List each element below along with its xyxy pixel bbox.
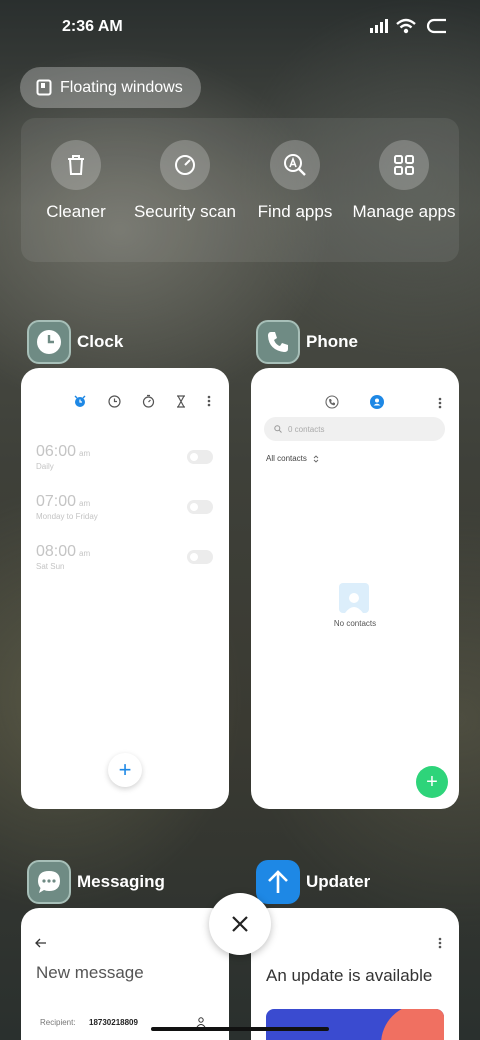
manage-apps-button[interactable]: Manage apps <box>349 140 459 222</box>
manage-apps-label: Manage apps <box>352 202 456 221</box>
status-icons <box>370 18 450 34</box>
app-header-clock: Clock <box>27 320 123 364</box>
floating-window-icon <box>36 79 52 96</box>
alarm-toggle[interactable] <box>187 550 213 564</box>
contacts-tab-icon[interactable] <box>370 395 384 409</box>
security-scan-icon <box>175 155 195 175</box>
security-scan-button[interactable]: Security scan <box>130 140 240 222</box>
home-indicator[interactable] <box>151 1027 329 1031</box>
alarm-toggle[interactable] <box>187 450 213 464</box>
contacts-search-bar[interactable]: 0 contacts <box>264 417 445 441</box>
search-placeholder: 0 contacts <box>288 424 325 434</box>
contacts-filter[interactable]: All contacts <box>266 454 319 463</box>
alarm-time: 06:00 <box>36 443 77 460</box>
contacts-filter-label: All contacts <box>266 454 307 463</box>
alarm-tab-icon[interactable] <box>73 394 87 408</box>
recent-card-phone[interactable]: 0 contacts All contacts No contacts + <box>251 368 459 809</box>
status-time: 2:36 AM <box>62 18 123 35</box>
status-bar: 2:36 AM <box>0 0 480 56</box>
close-all-button[interactable] <box>209 893 271 955</box>
new-message-title: New message <box>36 963 144 982</box>
alarm-period: am <box>79 449 91 458</box>
recipient-value[interactable]: 18730218809 <box>89 1018 138 1027</box>
alarm-repeat: Daily <box>36 462 54 471</box>
alarm-toggle[interactable] <box>187 500 213 514</box>
add-contact-button[interactable]: + <box>416 766 448 798</box>
alarm-time: 07:00 <box>36 493 77 510</box>
world-clock-tab-icon[interactable] <box>108 394 121 408</box>
messaging-icon <box>27 860 71 904</box>
stopwatch-tab-icon[interactable] <box>142 394 155 408</box>
wifi-icon <box>396 18 416 34</box>
close-icon <box>232 916 248 932</box>
sort-icon <box>313 454 319 463</box>
find-apps-label: Find apps <box>257 202 333 221</box>
alarm-period: am <box>79 499 91 508</box>
app-name-phone: Phone <box>306 332 358 351</box>
alarm-period: am <box>79 549 91 558</box>
alarm-time: 08:00 <box>36 543 77 560</box>
update-banner <box>266 1009 444 1040</box>
cleaner-label: Cleaner <box>46 202 106 221</box>
quick-tools-panel: Cleaner Security scan Find apps Manage a… <box>21 118 459 262</box>
timer-tab-icon[interactable] <box>176 394 186 408</box>
recents-tab-icon[interactable] <box>325 395 339 409</box>
more-menu-icon[interactable] <box>438 937 442 949</box>
find-apps-button[interactable]: Find apps <box>240 140 350 222</box>
more-menu-icon[interactable] <box>438 397 442 409</box>
recent-card-clock[interactable]: 06:00 am Daily 07:00 am Monday to Friday 0… <box>21 368 229 809</box>
floating-windows-label: Floating windows <box>60 78 183 96</box>
cleaner-button[interactable]: Cleaner <box>21 140 131 222</box>
search-icon <box>274 425 282 433</box>
empty-contacts-text: No contacts <box>333 619 377 628</box>
updater-icon <box>256 860 300 904</box>
find-apps-icon <box>284 154 306 176</box>
recent-card-updater[interactable]: An update is available <box>251 908 459 1040</box>
clock-icon <box>27 320 71 364</box>
security-scan-label: Security scan <box>133 202 237 221</box>
battery-icon <box>426 18 446 34</box>
signal-icon <box>370 19 388 33</box>
app-name-updater: Updater <box>306 872 371 891</box>
update-title: An update is available <box>266 966 433 985</box>
add-alarm-button[interactable]: + <box>108 753 142 787</box>
add-contact-icon[interactable] <box>196 1017 206 1027</box>
trash-icon <box>68 155 84 175</box>
empty-contacts-illustration <box>339 583 369 613</box>
back-arrow-icon[interactable] <box>35 938 47 948</box>
app-name-messaging: Messaging <box>77 872 165 891</box>
alarm-repeat: Monday to Friday <box>36 512 98 521</box>
app-header-updater: Updater <box>256 860 370 904</box>
floating-windows-button[interactable]: Floating windows <box>20 67 201 108</box>
app-header-phone: Phone <box>256 320 358 364</box>
clock-tabs <box>73 394 211 408</box>
more-menu-icon[interactable] <box>207 395 211 407</box>
recent-card-messaging[interactable]: New message Recipient: 18730218809 <box>21 908 229 1040</box>
app-header-messaging: Messaging <box>27 860 165 904</box>
app-name-clock: Clock <box>77 332 124 351</box>
alarm-repeat: Sat Sun <box>36 562 65 571</box>
manage-apps-icon <box>394 155 414 175</box>
phone-icon <box>256 320 300 364</box>
recipient-label: Recipient: <box>40 1018 76 1027</box>
